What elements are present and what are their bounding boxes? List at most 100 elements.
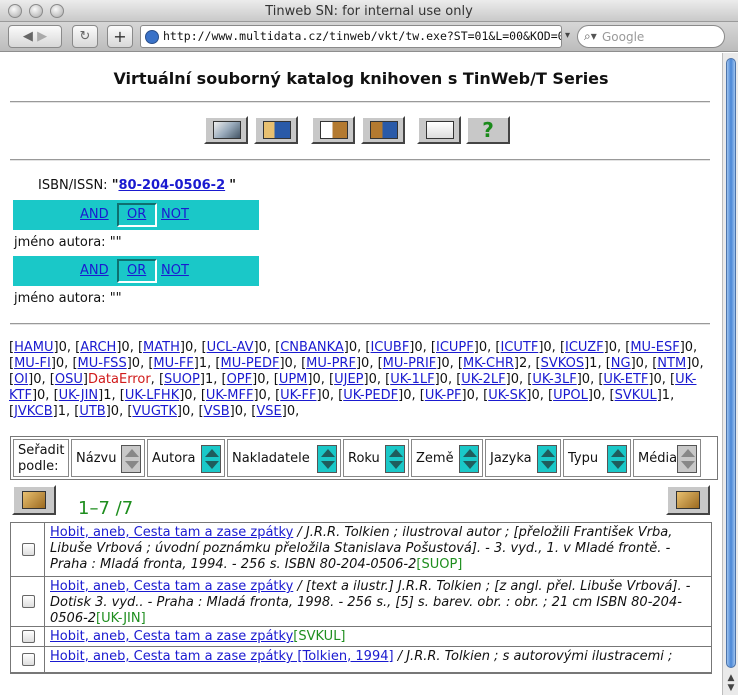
library-link[interactable]: JVKCB bbox=[14, 404, 53, 419]
select-checkbox[interactable] bbox=[22, 543, 35, 556]
sort-descending-icon[interactable] bbox=[541, 461, 555, 469]
library-link[interactable]: HAMU bbox=[14, 340, 53, 355]
sort-spinner[interactable] bbox=[677, 445, 697, 473]
address-text[interactable]: http://www.multidata.cz/tinweb/vkt/tw.ex… bbox=[163, 29, 561, 43]
library-link[interactable]: MU-PEDF bbox=[221, 356, 280, 371]
library-link[interactable]: ARCH bbox=[80, 340, 116, 355]
new-tab-button[interactable]: + bbox=[107, 25, 133, 48]
back-forward-buttons[interactable]: ◀ ▶ bbox=[8, 25, 62, 48]
sort-ascending-icon[interactable] bbox=[541, 449, 555, 457]
back-arrow-icon[interactable]: ◀ bbox=[23, 29, 33, 44]
library-link[interactable]: MU-FI bbox=[14, 356, 51, 371]
record-title-link[interactable]: Hobit, aneb, Cesta tam a zase zpátky bbox=[50, 629, 293, 644]
sort-spinner[interactable] bbox=[201, 445, 221, 473]
library-link[interactable]: UK-3LF bbox=[532, 372, 576, 387]
library-link[interactable]: UJEP bbox=[334, 372, 363, 387]
sort-descending-icon[interactable] bbox=[205, 461, 219, 469]
sort-descending-icon[interactable] bbox=[611, 461, 625, 469]
sort-ascending-icon[interactable] bbox=[321, 449, 335, 457]
library-link[interactable]: UCL-AV bbox=[207, 340, 254, 355]
sort-ascending-icon[interactable] bbox=[463, 449, 477, 457]
sort-descending-icon[interactable] bbox=[463, 461, 477, 469]
address-bar[interactable]: http://www.multidata.cz/tinweb/vkt/tw.ex… bbox=[140, 25, 562, 48]
library-link[interactable]: SVKOS bbox=[541, 356, 584, 371]
sort-descending-icon[interactable] bbox=[321, 461, 335, 469]
forward-arrow-icon[interactable]: ▶ bbox=[37, 29, 47, 44]
library-link[interactable]: UK-FF bbox=[280, 388, 316, 403]
library-link[interactable]: ICUPF bbox=[436, 340, 474, 355]
save-query-button[interactable] bbox=[254, 116, 298, 144]
library-link[interactable]: UK-2LF bbox=[461, 372, 505, 387]
library-link[interactable]: UK-SK bbox=[488, 388, 526, 403]
select-checkbox[interactable] bbox=[22, 653, 35, 666]
library-link[interactable]: CNBANKA bbox=[280, 340, 344, 355]
sort-spinner[interactable] bbox=[121, 445, 141, 473]
sort-ascending-icon[interactable] bbox=[389, 449, 403, 457]
library-link[interactable]: ICUBF bbox=[370, 340, 409, 355]
library-link[interactable]: UPOL bbox=[553, 388, 588, 403]
sort-spinner[interactable] bbox=[537, 445, 557, 473]
library-link[interactable]: ICUZF bbox=[565, 340, 604, 355]
sort-spinner[interactable] bbox=[317, 445, 337, 473]
library-link[interactable]: UK-1LF bbox=[390, 372, 434, 387]
and-link[interactable]: AND bbox=[80, 263, 109, 278]
sort-ascending-icon[interactable] bbox=[681, 449, 695, 457]
record-title-link[interactable]: Hobit, aneb, Cesta tam a zase zpátky [To… bbox=[50, 649, 394, 664]
library-link[interactable]: UK-JIN bbox=[59, 388, 98, 403]
library-link[interactable]: OI bbox=[14, 372, 28, 387]
sort-spinner[interactable] bbox=[385, 445, 405, 473]
library-link[interactable]: MU-PRF bbox=[306, 356, 356, 371]
sort-spinner[interactable] bbox=[459, 445, 479, 473]
library-link[interactable]: MU-PRIF bbox=[383, 356, 437, 371]
library-link[interactable]: UK-LFHK bbox=[125, 388, 179, 403]
search-form-button[interactable] bbox=[204, 116, 248, 144]
library-link[interactable]: OPF bbox=[227, 372, 253, 387]
reload-button[interactable]: ↻ bbox=[72, 25, 98, 48]
vertical-scrollbar[interactable]: ▲ ▼ bbox=[722, 53, 738, 695]
library-link[interactable]: UK-PF bbox=[425, 388, 462, 403]
library-link[interactable]: VSB bbox=[204, 404, 230, 419]
scroll-down-arrow-icon[interactable]: ▼ bbox=[725, 683, 737, 693]
scroll-up-arrow-icon[interactable]: ▲ bbox=[725, 673, 737, 683]
library-link[interactable]: VSE bbox=[256, 404, 281, 419]
sort-descending-icon[interactable] bbox=[125, 461, 139, 469]
library-link[interactable]: OSU bbox=[55, 372, 83, 387]
next-page-button[interactable] bbox=[666, 485, 710, 515]
record-title-link[interactable]: Hobit, aneb, Cesta tam a zase zpátky bbox=[50, 525, 293, 540]
prev-page-button[interactable] bbox=[12, 485, 56, 515]
or-link[interactable]: OR bbox=[127, 263, 146, 278]
sort-descending-icon[interactable] bbox=[681, 461, 695, 469]
sort-ascending-icon[interactable] bbox=[611, 449, 625, 457]
select-checkbox[interactable] bbox=[22, 595, 35, 608]
not-link[interactable]: NOT bbox=[161, 207, 189, 222]
library-link[interactable]: VUGTK bbox=[132, 404, 176, 419]
library-link[interactable]: UK-MFF bbox=[206, 388, 254, 403]
address-overflow-icon[interactable]: ▾ bbox=[565, 30, 570, 41]
select-checkbox[interactable] bbox=[22, 630, 35, 643]
scroll-thumb[interactable] bbox=[726, 58, 736, 668]
library-link[interactable]: NG bbox=[611, 356, 631, 371]
and-link[interactable]: AND bbox=[80, 207, 109, 222]
view-results-button[interactable] bbox=[311, 116, 355, 144]
sort-ascending-icon[interactable] bbox=[205, 449, 219, 457]
library-link[interactable]: MATH bbox=[143, 340, 180, 355]
library-link[interactable]: MU-ESF bbox=[630, 340, 679, 355]
mail-button[interactable] bbox=[417, 116, 461, 144]
save-records-button[interactable] bbox=[361, 116, 405, 144]
sort-descending-icon[interactable] bbox=[389, 461, 403, 469]
library-link[interactable]: NTM bbox=[657, 356, 686, 371]
library-link[interactable]: SVKUL bbox=[615, 388, 657, 403]
sort-spinner[interactable] bbox=[607, 445, 627, 473]
library-link[interactable]: ICUTF bbox=[500, 340, 538, 355]
sort-ascending-icon[interactable] bbox=[125, 449, 139, 457]
library-link[interactable]: UK-ETF bbox=[603, 372, 648, 387]
library-link[interactable]: UPM bbox=[279, 372, 308, 387]
isbn-link[interactable]: 80-204-0506-2 bbox=[118, 178, 225, 193]
record-title-link[interactable]: Hobit, aneb, Cesta tam a zase zpátky bbox=[50, 579, 293, 594]
library-link[interactable]: MU-FSS bbox=[78, 356, 127, 371]
library-link[interactable]: MK-CHR bbox=[463, 356, 514, 371]
library-link[interactable]: MU-FF bbox=[153, 356, 193, 371]
search-field[interactable]: ⌕▾ Google bbox=[577, 25, 725, 48]
library-link[interactable]: UK-PEDF bbox=[343, 388, 398, 403]
or-link[interactable]: OR bbox=[127, 207, 146, 222]
